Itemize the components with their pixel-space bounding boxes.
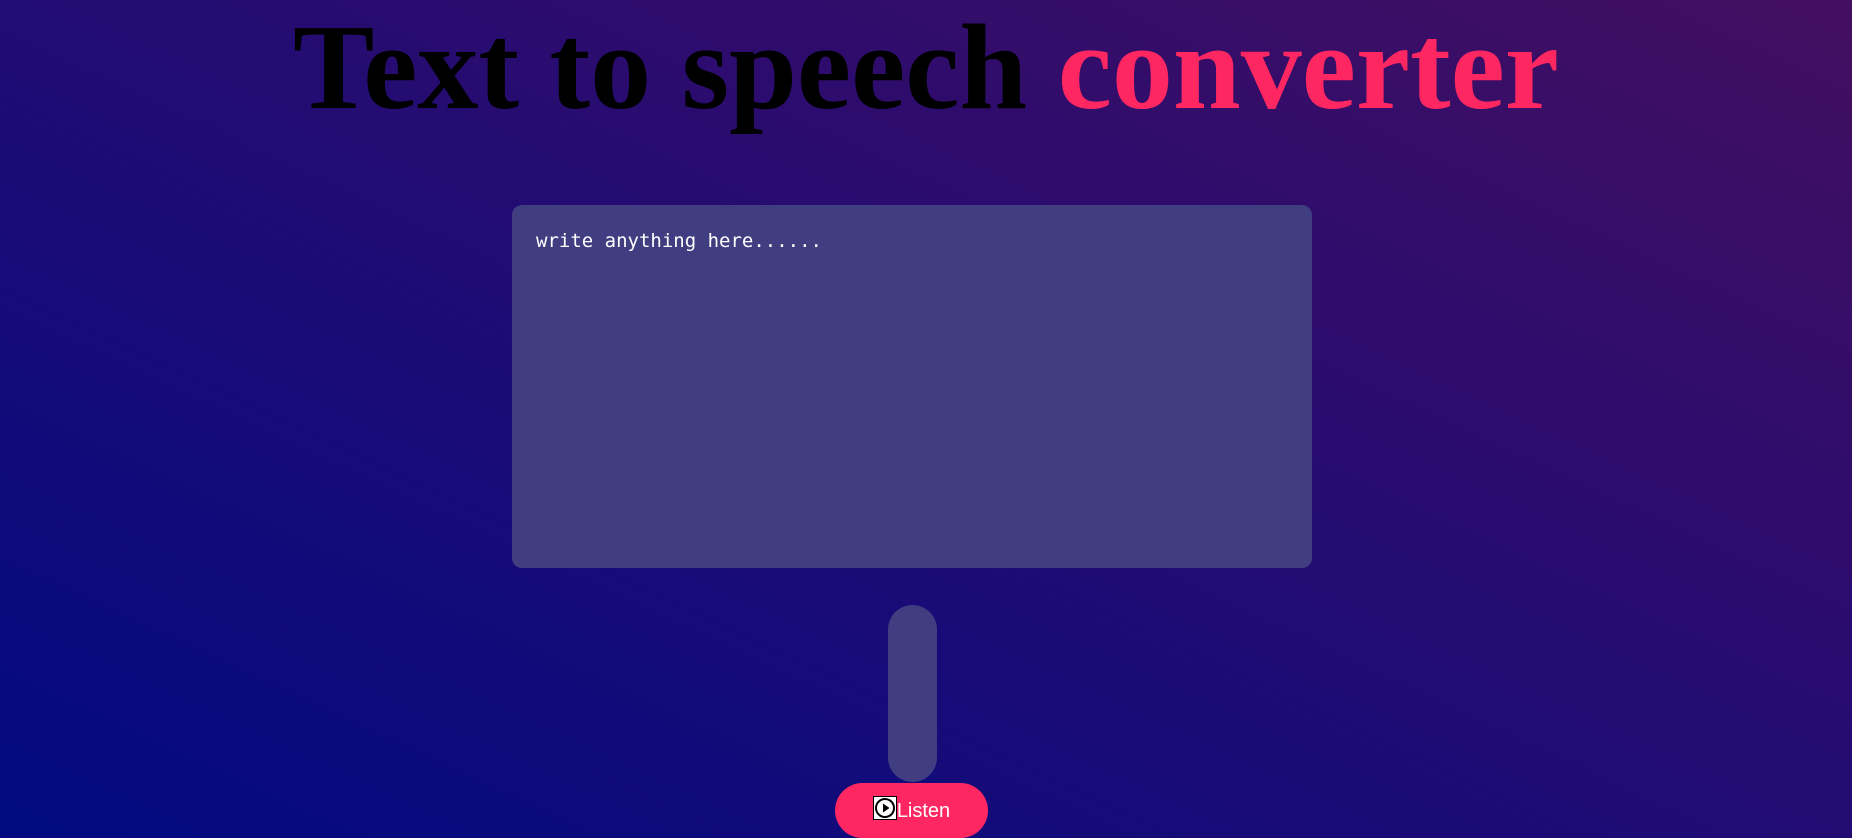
title-accent: converter xyxy=(1057,0,1559,135)
title-main: Text to speech xyxy=(293,0,1058,135)
listen-button-label: Listen xyxy=(896,800,951,822)
text-input[interactable] xyxy=(512,205,1312,568)
listen-button[interactable]: Listen xyxy=(835,783,988,838)
text-input-container xyxy=(512,205,1312,568)
voice-select[interactable] xyxy=(888,605,937,782)
page-title: Text to speech converter xyxy=(0,0,1852,135)
play-circle-icon xyxy=(872,795,897,820)
